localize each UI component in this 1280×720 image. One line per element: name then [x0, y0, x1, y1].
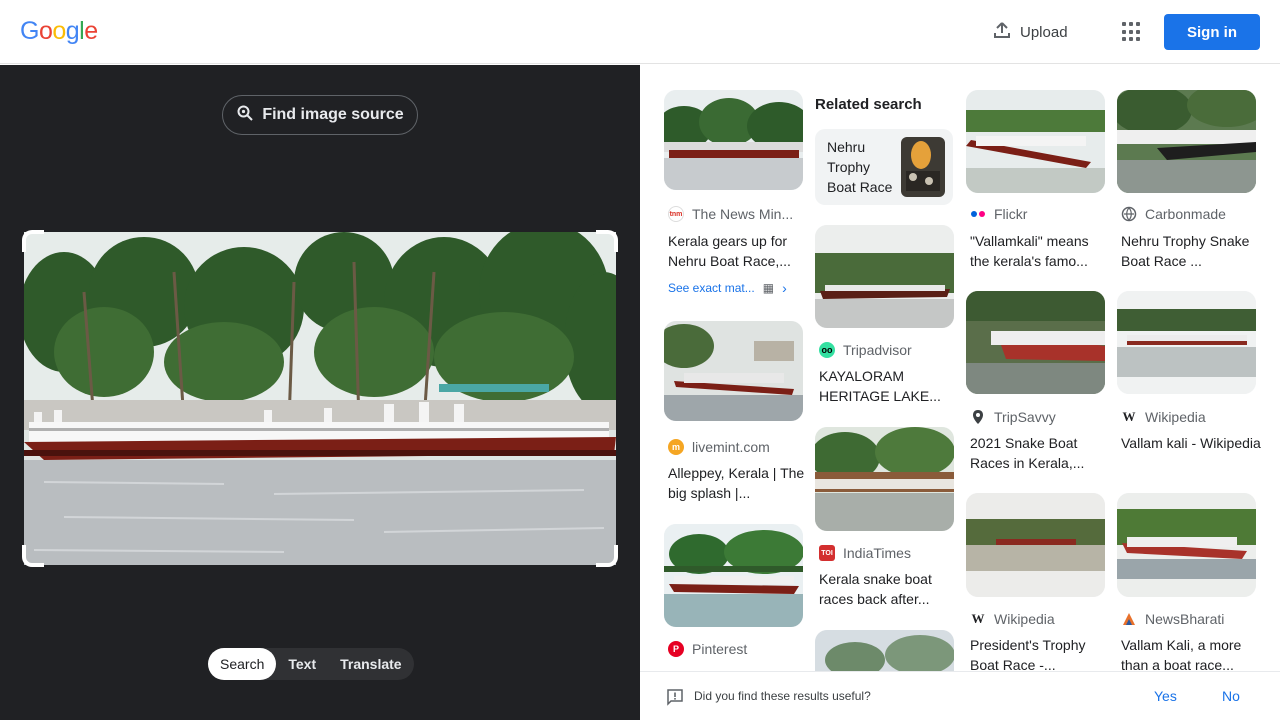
pinterest-favicon-icon: P [668, 641, 684, 657]
result-title[interactable]: KAYALORAM HERITAGE LAKE... [819, 366, 959, 406]
lens-search-icon [236, 104, 254, 127]
crop-handle-top-left[interactable] [22, 230, 44, 252]
result-thumbnail[interactable] [966, 291, 1105, 394]
result-thumbnail[interactable] [1117, 90, 1256, 193]
mode-translate[interactable]: Translate [328, 648, 413, 680]
related-search-heading: Related search [815, 96, 922, 113]
feedback-icon [666, 688, 684, 711]
newsbharati-favicon-icon [1121, 611, 1137, 627]
lens-image-panel: Find image source Search Text Translate [0, 65, 640, 720]
mode-text[interactable]: Text [276, 648, 328, 680]
result-thumbnail[interactable] [1117, 493, 1256, 597]
result-title[interactable]: "Vallamkali" means the kerala's famo... [970, 231, 1110, 271]
result-title[interactable]: Vallam Kali, a more than a boat race... [1121, 635, 1261, 671]
feedback-yes-button[interactable]: Yes [1154, 688, 1177, 704]
result-thumbnail[interactable] [815, 225, 954, 328]
related-search-chip[interactable]: Nehru Trophy Boat Race [815, 129, 953, 205]
result-thumbnail[interactable] [664, 321, 803, 421]
result-thumbnail[interactable] [815, 427, 954, 531]
result-source[interactable]: P Pinterest [668, 641, 747, 657]
upload-label: Upload [1020, 23, 1068, 41]
tripadvisor-favicon-icon: oo [819, 342, 835, 358]
upload-icon [992, 20, 1012, 44]
flickr-favicon-icon [970, 206, 986, 222]
google-logo[interactable]: Google [20, 17, 98, 46]
indiatimes-favicon-icon: TOI [819, 545, 835, 561]
news-minute-favicon-icon: tnm [668, 206, 684, 222]
related-search-label: Nehru Trophy Boat Race [827, 139, 893, 195]
result-thumbnail[interactable] [664, 524, 803, 627]
query-photo-snake-boat-race[interactable] [24, 232, 616, 565]
result-source[interactable]: TripSavvy [970, 409, 1056, 425]
feedback-no-button[interactable]: No [1222, 688, 1240, 704]
result-title[interactable]: Kerala snake boat races back after... [819, 569, 959, 609]
result-thumbnail[interactable] [966, 493, 1105, 597]
see-exact-matches-link[interactable]: See exact mat... ▦ › [668, 280, 787, 296]
result-source[interactable]: W Wikipedia [970, 611, 1055, 627]
tripsavvy-favicon-icon [970, 409, 986, 425]
result-thumbnail[interactable] [966, 90, 1105, 193]
result-title[interactable]: Kerala gears up for Nehru Boat Race,... [668, 231, 808, 271]
apps-grid-icon[interactable] [1122, 22, 1142, 42]
result-source[interactable]: Carbonmade [1121, 206, 1226, 222]
sign-in-button[interactable]: Sign in [1164, 14, 1260, 50]
feedback-question: Did you find these results useful? [694, 689, 871, 703]
result-source[interactable]: W Wikipedia [1121, 409, 1206, 425]
clapperboard-icon: ▦ [762, 281, 775, 295]
result-source[interactable]: NewsBharati [1121, 611, 1224, 627]
result-title[interactable]: 2021 Snake Boat Races in Kerala,... [970, 433, 1110, 473]
livemint-favicon-icon: m [668, 439, 684, 455]
result-title[interactable]: Nehru Trophy Snake Boat Race ... [1121, 231, 1261, 271]
top-bar: Google Upload Sign in [0, 0, 1280, 64]
wikipedia-favicon-icon: W [970, 611, 986, 627]
result-title[interactable]: Vallam kali - Wikipedia [1121, 433, 1261, 453]
result-source[interactable]: m livemint.com [668, 439, 770, 455]
result-source[interactable]: Flickr [970, 206, 1027, 222]
find-image-source-label: Find image source [262, 106, 404, 123]
result-source[interactable]: oo Tripadvisor [819, 342, 912, 358]
result-thumbnail[interactable] [664, 90, 803, 190]
lens-mode-switcher: Search Text Translate [208, 648, 414, 680]
result-source[interactable]: TOI IndiaTimes [819, 545, 911, 561]
crop-handle-bottom-right[interactable] [596, 545, 618, 567]
wikipedia-favicon-icon: W [1121, 409, 1137, 425]
result-source[interactable]: tnm The News Min... [668, 206, 793, 222]
related-search-thumbnail [901, 137, 945, 197]
visual-matches-panel: tnm The News Min... Kerala gears up for … [640, 65, 1280, 671]
result-title[interactable]: Alleppey, Kerala | The big splash |... [668, 463, 808, 503]
crop-handle-bottom-left[interactable] [22, 545, 44, 567]
globe-icon [1121, 206, 1137, 222]
result-thumbnail[interactable] [1117, 291, 1256, 394]
result-thumbnail[interactable] [815, 630, 954, 671]
crop-handle-top-right[interactable] [596, 230, 618, 252]
upload-button[interactable]: Upload [992, 20, 1068, 44]
result-title[interactable]: President's Trophy Boat Race -... [970, 635, 1110, 671]
chevron-right-icon: › [782, 280, 787, 296]
feedback-bar: Did you find these results useful? Yes N… [640, 671, 1280, 720]
find-image-source-button[interactable]: Find image source [222, 95, 418, 135]
mode-search[interactable]: Search [208, 648, 277, 680]
